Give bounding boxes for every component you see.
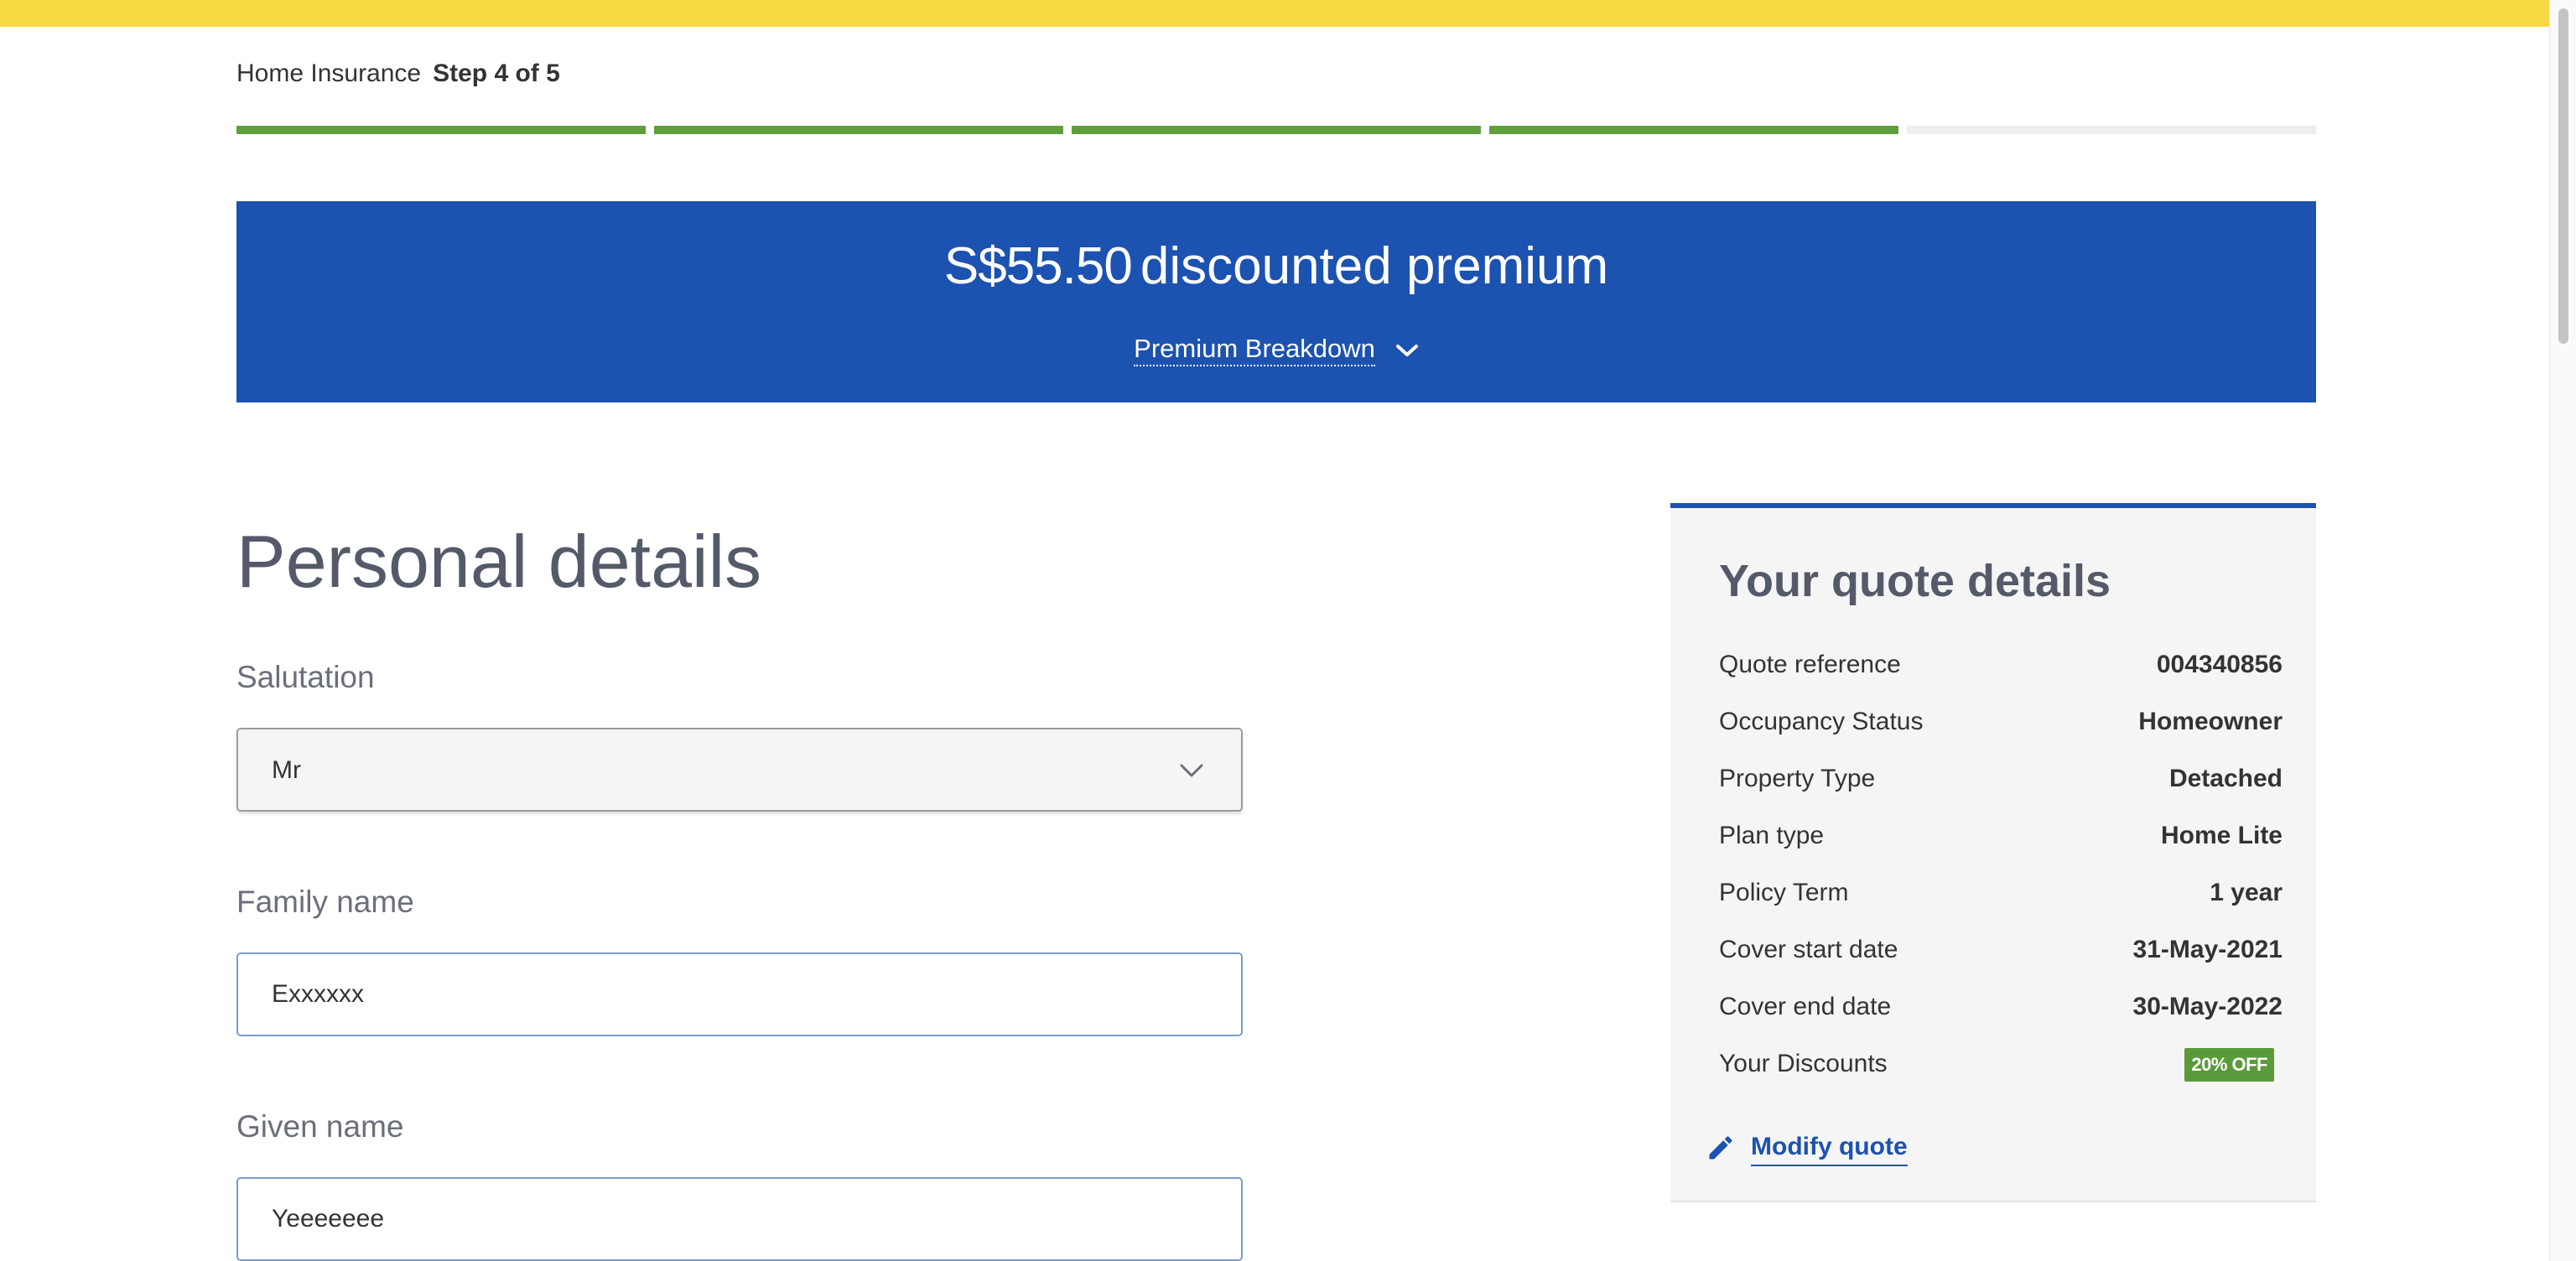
quote-row-label: Policy Term (1719, 879, 1849, 906)
quote-row-label: Plan type (1719, 822, 1825, 849)
premium-banner: S$55.50 discounted premium Premium Breakd… (236, 201, 2316, 402)
quote-row-value: 31-May-2021 (2132, 936, 2283, 963)
breadcrumb-product: Home Insurance (236, 60, 422, 87)
quote-row-property-type: Property Type Detached (1719, 758, 2283, 800)
quote-row-label: Cover start date (1719, 936, 1898, 963)
quote-details-card: Your quote details Quote reference 00434… (1670, 503, 2316, 1202)
given-name-label: Given name (236, 1109, 404, 1144)
quote-row-value: Homeowner (2138, 708, 2283, 735)
breadcrumb-step: Step 4 of 5 (433, 60, 560, 87)
modify-quote-label[interactable]: Modify quote (1751, 1130, 1908, 1166)
quote-details-title: Your quote details (1719, 556, 2111, 606)
quote-row-value: 30-May-2022 (2132, 993, 2283, 1020)
quote-row-plan-type: Plan type Home Lite (1719, 815, 2283, 857)
quote-row-occupancy-status: Occupancy Status Homeowner (1719, 701, 2283, 743)
quote-row-policy-term: Policy Term 1 year (1719, 872, 2283, 914)
family-name-label: Family name (236, 885, 414, 919)
family-name-input[interactable] (236, 952, 1243, 1036)
quote-row-label: Your Discounts (1719, 1050, 1888, 1077)
breadcrumb: Home Insurance Step 4 of 5 (236, 57, 560, 91)
quote-row-value: 1 year (2210, 879, 2283, 906)
progress-segment-complete (1072, 126, 1481, 134)
discount-badge: 20% OFF (2184, 1048, 2274, 1082)
step-progress-bar (236, 126, 2316, 136)
progress-segment-pending (1907, 126, 2316, 134)
premium-summary: S$55.50 discounted premium (236, 233, 2316, 300)
scrollbar-thumb[interactable] (2558, 8, 2568, 344)
quote-row-label: Occupancy Status (1719, 708, 1924, 735)
modify-quote-link[interactable]: Modify quote (1706, 1127, 1908, 1169)
quote-row-label: Cover end date (1719, 993, 1892, 1020)
quote-row-reference: Quote reference 004340856 (1719, 644, 2283, 686)
quote-row-label: Property Type (1719, 765, 1876, 792)
chevron-down-icon (1180, 764, 1203, 777)
premium-breakdown-toggle[interactable]: Premium Breakdown (236, 332, 2316, 366)
quote-row-cover-end-date: Cover end date 30-May-2022 (1719, 986, 2283, 1028)
top-accent-stripe (0, 0, 2576, 27)
premium-breakdown-link[interactable]: Premium Breakdown (1134, 334, 1375, 366)
page-scrollbar[interactable] (2549, 0, 2576, 1261)
page-title: Personal details (236, 520, 762, 603)
salutation-value: Mr (272, 756, 301, 784)
salutation-label: Salutation (236, 660, 375, 694)
quote-row-value: 004340856 (2156, 651, 2283, 678)
progress-segment-complete (1489, 126, 1898, 134)
pencil-icon[interactable] (1706, 1133, 1736, 1163)
quote-row-discounts: Your Discounts 20% OFF (1719, 1043, 2283, 1085)
quote-row-value: Home Lite (2160, 822, 2283, 849)
quote-row-label: Quote reference (1719, 651, 1901, 678)
progress-segment-complete (236, 126, 646, 134)
salutation-select[interactable]: Mr (236, 728, 1243, 812)
quote-row-cover-start-date: Cover start date 31-May-2021 (1719, 929, 2283, 971)
premium-label: discounted premium (1140, 237, 1609, 295)
chevron-down-icon[interactable] (1395, 342, 1419, 359)
given-name-input[interactable] (236, 1177, 1243, 1261)
premium-amount: S$55.50 (943, 237, 1133, 295)
progress-segment-complete (654, 126, 1063, 134)
quote-row-value: Detached (2168, 765, 2283, 792)
